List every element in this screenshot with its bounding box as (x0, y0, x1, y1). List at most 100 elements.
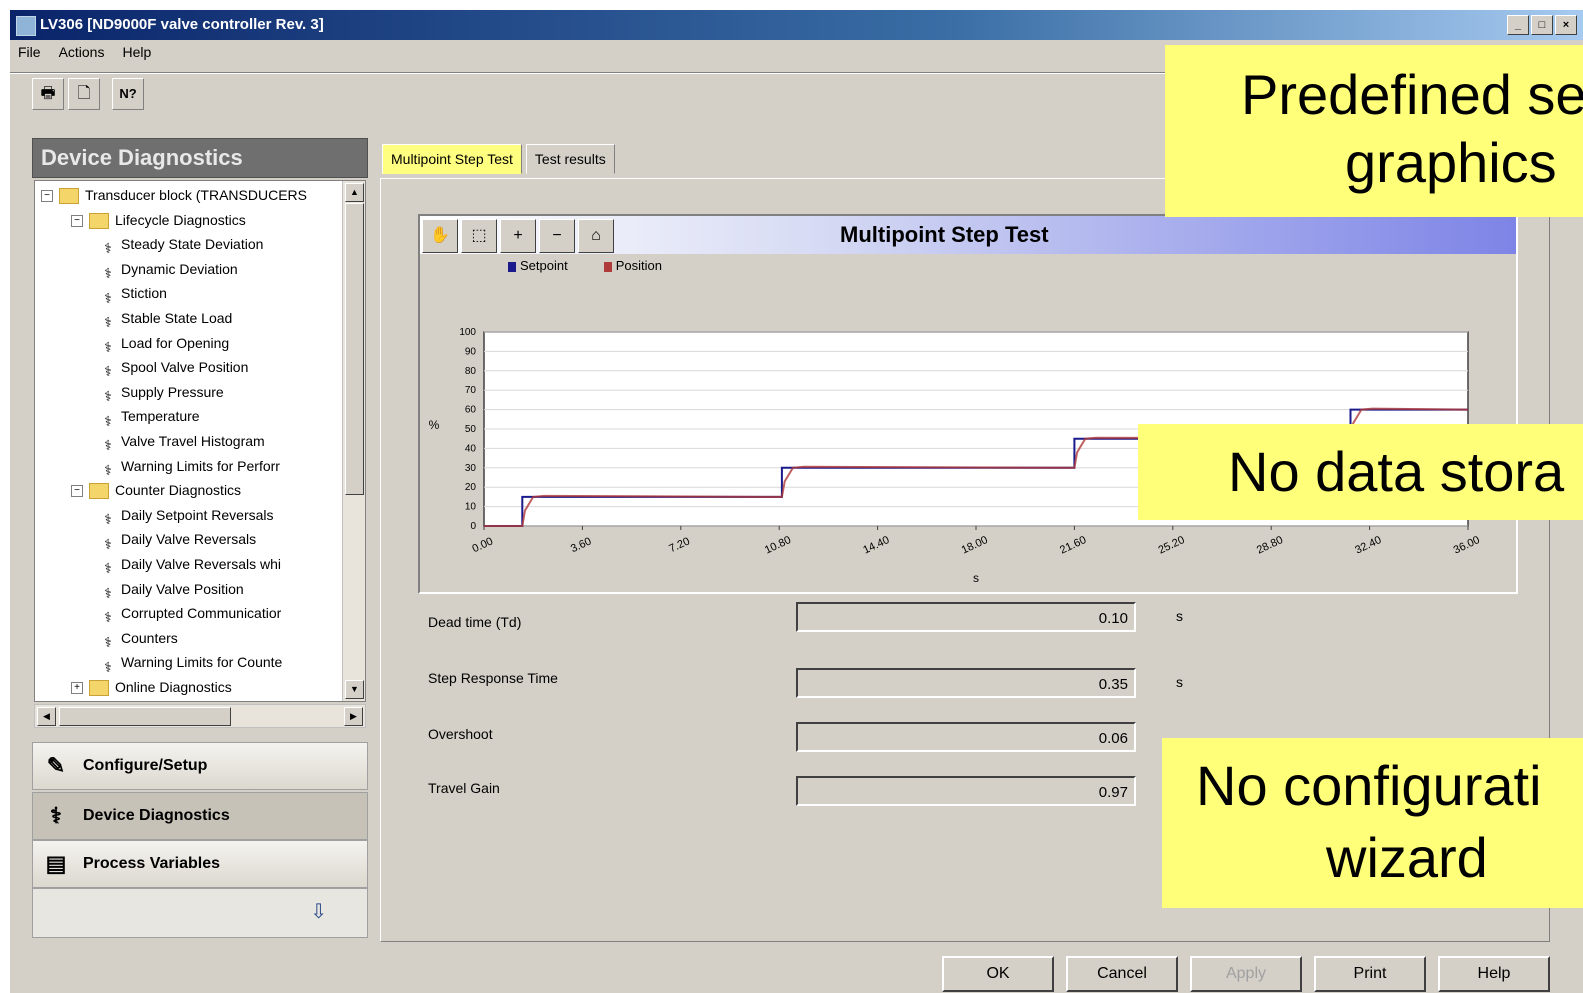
tab-multipoint-step-test[interactable]: Multipoint Step Test (382, 144, 522, 174)
collapse-panel-icon[interactable]: ⇩ (310, 899, 327, 924)
tree-item-label: Valve Travel Histogram (121, 433, 265, 449)
cancel-button[interactable]: Cancel (1066, 956, 1178, 992)
y-tick-label: 0 (470, 521, 476, 532)
close-button[interactable]: × (1555, 15, 1577, 35)
expand-toggle-icon[interactable]: − (71, 485, 83, 498)
minimize-button[interactable]: _ (1507, 15, 1529, 35)
tree-item[interactable]: ⚕ Stable State Load (99, 306, 232, 330)
maximize-button[interactable]: □ (1531, 15, 1553, 35)
stethoscope-icon: ⚕ (104, 363, 112, 380)
menu-bar: File Actions Help (18, 44, 151, 66)
tree-item-label: Warning Limits for Counte (121, 654, 283, 671)
tree-item-label: Counter Diagnostics (115, 482, 242, 499)
tree-item[interactable]: ⚕ Temperature (99, 404, 200, 429)
tree-item[interactable]: ⚕ Daily Setpoint Reversals (99, 503, 274, 527)
stethoscope-icon: ⚕ (104, 584, 112, 601)
tree-item[interactable]: ⚕ Warning Limits for Counte (99, 650, 282, 674)
tree-item[interactable]: ⚕ Steady State Deviation (99, 232, 263, 256)
tree-item[interactable]: ⚕ Spool Valve Position (99, 355, 248, 379)
context-help-icon[interactable]: N? (112, 78, 144, 110)
zoom-in-icon[interactable]: + (500, 219, 536, 253)
apply-button[interactable]: Apply (1190, 956, 1302, 992)
tree-item[interactable]: + Online Diagnostics (71, 675, 232, 699)
tree-item-label: Dynamic Deviation (121, 260, 238, 277)
expand-toggle-icon[interactable]: + (71, 682, 83, 695)
scroll-right-arrow-icon[interactable]: ▶ (344, 707, 363, 726)
menu-actions[interactable]: Actions (59, 44, 105, 66)
tree-item[interactable]: ⚕ Supply Pressure (99, 380, 224, 404)
print-preview-icon[interactable]: 🗋 (68, 78, 100, 110)
tree-item[interactable]: ⚕ Counters (99, 626, 178, 650)
scroll-down-arrow-icon[interactable]: ▼ (345, 680, 364, 699)
folder-icon (89, 212, 109, 229)
scroll-left-arrow-icon[interactable]: ◀ (37, 707, 56, 726)
step-response-time-unit: s (1176, 674, 1183, 690)
callout-line: No configurati (1196, 754, 1542, 817)
folder-icon (59, 188, 79, 205)
nav-process-variables[interactable]: ▤ Process Variables (32, 840, 368, 888)
x-tick-label: 7.20 (667, 535, 691, 555)
callout-line: graphics (1345, 131, 1557, 194)
nav-configure-setup[interactable]: ✎ Configure/Setup (32, 742, 368, 790)
tree-item[interactable]: ⚕ Dynamic Deviation (99, 257, 238, 281)
y-tick-label: 90 (465, 346, 477, 357)
menu-help[interactable]: Help (122, 44, 151, 66)
tab-strip: Multipoint Step Test Test results (382, 144, 615, 174)
nav-device-diagnostics[interactable]: ⚕ Device Diagnostics (32, 792, 368, 840)
diagnostics-tree[interactable]: ▲ ▼ − Transducer block (TRANSDUCERS − Lifec… (34, 180, 366, 702)
tree-item[interactable]: ⚕ Daily Valve Reversals whi (99, 552, 281, 576)
home-icon[interactable]: ⌂ (578, 219, 614, 253)
zoom-out-icon[interactable]: − (539, 219, 575, 253)
legend-item-position: Position (603, 258, 662, 273)
help-button[interactable]: Help (1438, 956, 1550, 992)
tab-test-results[interactable]: Test results (525, 144, 615, 174)
stethoscope-icon: ⚕ (104, 265, 112, 282)
tree-item-label: Daily Setpoint Reversals (121, 506, 274, 523)
stethoscope-icon: ⚕ (104, 412, 112, 429)
print-icon[interactable]: 🖶 (32, 78, 64, 110)
scroll-thumb[interactable] (345, 203, 364, 495)
stethoscope-icon: ⚕ (104, 560, 112, 577)
ok-button[interactable]: OK (942, 956, 1054, 992)
y-tick-label: 60 (465, 405, 477, 416)
callout-no-data-storage: No data stora (1138, 424, 1583, 520)
dead-time-field: 0.10 (796, 602, 1136, 632)
tree-item-label: Temperature (121, 408, 200, 425)
travel-gain-label: Travel Gain (428, 780, 500, 796)
tree-item-label: Counters (121, 629, 178, 646)
y-tick-label: 100 (459, 327, 476, 338)
tree-item[interactable]: ⚕ Daily Valve Position (99, 577, 243, 601)
tree-item[interactable]: ⚕ Daily Valve Reversals (99, 527, 256, 551)
x-axis-label: s (973, 571, 979, 585)
tree-item-label: Transducer block (TRANSDUCERS (85, 187, 307, 203)
y-tick-label: 80 (465, 366, 477, 377)
tree-item[interactable]: − Lifecycle Diagnostics (71, 208, 246, 232)
overshoot-field: 0.06 (796, 722, 1136, 752)
diagnostics-icon: ⚕ (50, 803, 62, 828)
tree-item[interactable]: ⚕ Valve Travel Histogram (99, 429, 265, 453)
tree-vertical-scrollbar[interactable]: ▲ ▼ (342, 181, 365, 701)
tree-item[interactable]: − Counter Diagnostics (71, 478, 241, 502)
x-tick-label: 18.00 (960, 534, 990, 557)
tree-item[interactable]: ⚕ Corrupted Communicatior (99, 601, 281, 625)
tree-item[interactable]: ⚕ Stiction (99, 281, 167, 305)
travel-gain-field: 0.97 (796, 776, 1136, 806)
stethoscope-icon: ⚕ (104, 461, 112, 478)
pan-icon[interactable]: ✋ (422, 219, 458, 253)
scroll-up-arrow-icon[interactable]: ▲ (345, 183, 364, 202)
stethoscope-icon: ⚕ (104, 658, 112, 675)
print-button[interactable]: Print (1314, 956, 1426, 992)
x-tick-label: 21.60 (1058, 534, 1088, 557)
tree-item-label: Load for Opening (121, 334, 230, 351)
tree-item[interactable]: ⚕ Load for Opening (99, 331, 229, 355)
tree-item[interactable]: ⚕ Warning Limits for Perforr (99, 454, 280, 478)
menu-file[interactable]: File (18, 44, 41, 66)
expand-toggle-icon[interactable]: − (71, 214, 83, 227)
nav-label: Device Diagnostics (83, 807, 230, 824)
zoom-box-icon[interactable]: ⬚ (461, 219, 497, 253)
tree-horizontal-scrollbar[interactable]: ◀ ▶ (34, 704, 366, 728)
toolbar: 🖶 🗋 N? (32, 78, 144, 110)
expand-toggle-icon[interactable]: − (41, 190, 53, 203)
scroll-thumb[interactable] (59, 707, 231, 726)
tree-item[interactable]: − Transducer block (TRANSDUCERS (41, 183, 307, 207)
